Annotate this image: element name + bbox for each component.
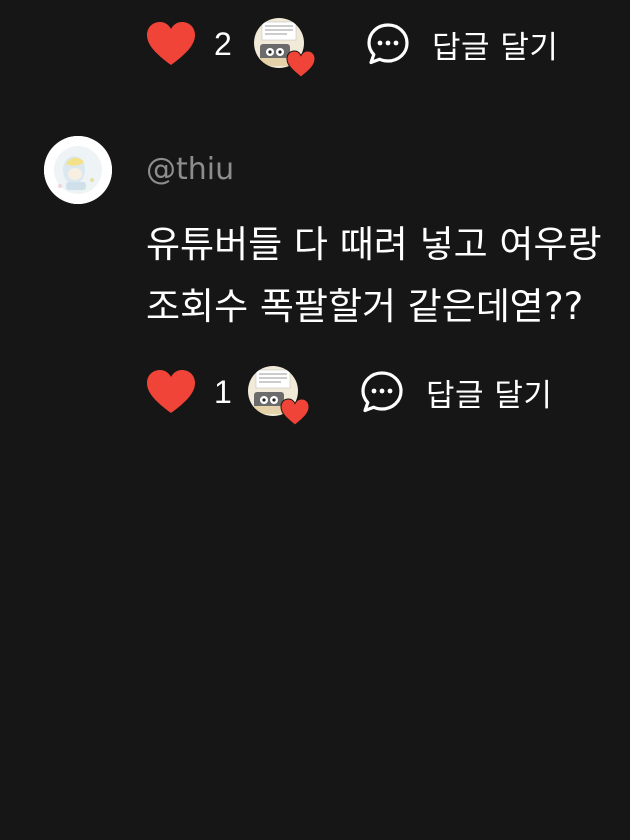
like-count: 2: [214, 25, 232, 62]
reply-label: 답글 달기: [426, 377, 553, 414]
creator-heart-badge: [286, 50, 316, 78]
creator-liked-avatar: [248, 366, 310, 426]
speech-bubble-icon: [361, 371, 403, 413]
comment-text-line: 조회수 폭팔할거 같은데엳??: [146, 285, 584, 328]
heart-icon[interactable]: [146, 369, 196, 415]
comment-text: 유튜버들 다 때려 넣고 여우랑 조회수 폭팔할거 같은데엳??: [146, 214, 630, 338]
reply-button[interactable]: 답글 달기: [360, 370, 552, 415]
comment-text-line: 유튜버들 다 때려 넣고 여우랑: [146, 223, 602, 266]
comment-actions: 1 답글 달기: [146, 362, 552, 426]
creator-liked-avatar: [254, 18, 316, 78]
reply-label: 답글 달기: [432, 29, 559, 66]
heart-icon[interactable]: [146, 21, 196, 67]
previous-comment-actions: 2 답글 달기: [146, 14, 558, 78]
avatar[interactable]: [44, 136, 112, 204]
comment-username[interactable]: @thiu: [146, 152, 234, 187]
speech-bubble-icon: [367, 23, 409, 65]
creator-heart-badge: [280, 398, 310, 426]
reply-button[interactable]: 답글 달기: [366, 22, 558, 67]
